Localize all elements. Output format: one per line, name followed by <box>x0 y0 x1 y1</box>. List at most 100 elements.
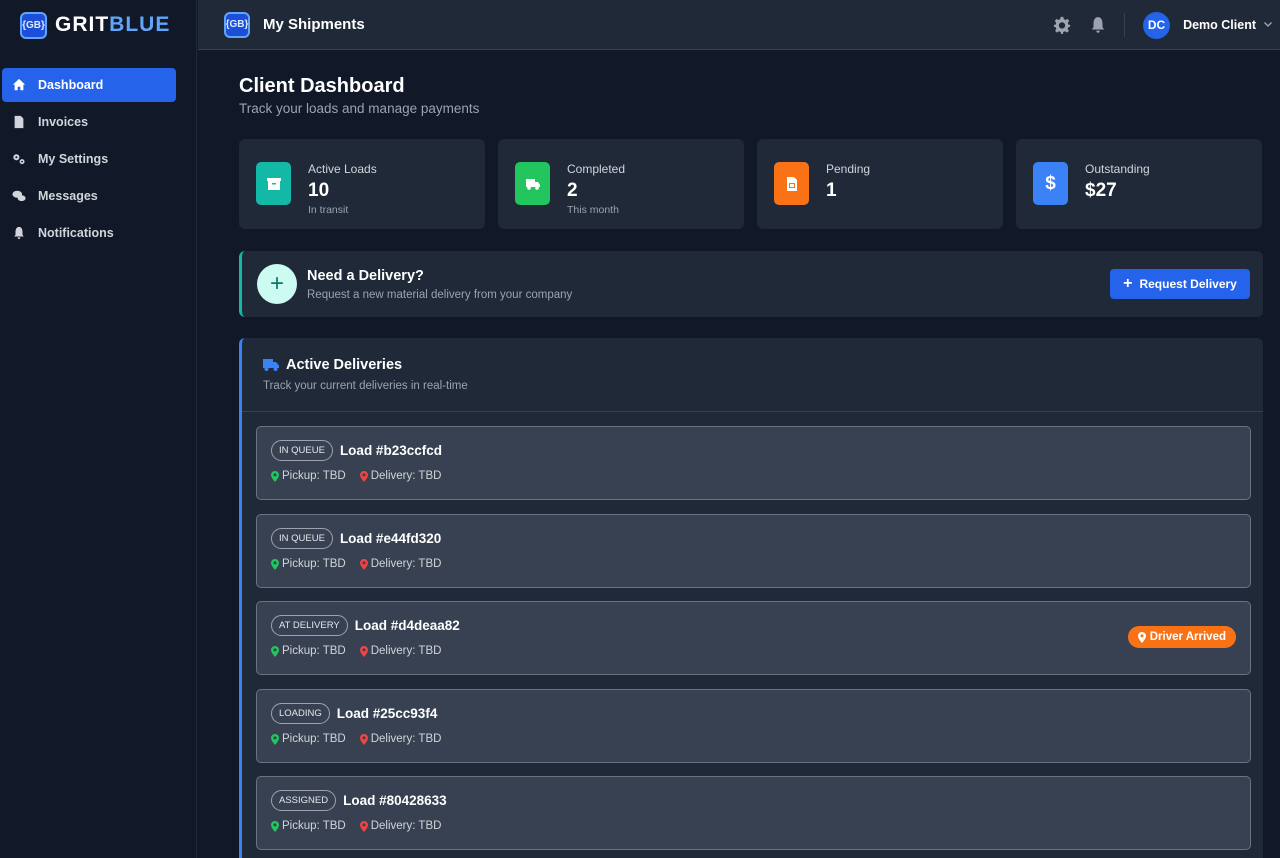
load-id: Load #25cc93f4 <box>336 706 438 721</box>
load-id: Load #b23ccfcd <box>339 443 442 458</box>
delivery-location: Delivery: TBD <box>359 733 441 745</box>
stat-card-completed: Completed 2 This month <box>498 139 744 229</box>
map-pin-icon <box>271 470 279 482</box>
load-id: Load #80428633 <box>343 793 447 808</box>
request-delivery-button[interactable]: + Request Delivery <box>1110 269 1250 299</box>
stat-card-pending: Pending 1 <box>757 139 1003 229</box>
truck-icon <box>515 162 550 205</box>
comments-icon <box>12 190 26 202</box>
map-pin-icon <box>359 645 368 657</box>
pickup-location: Pickup: TBD <box>271 645 346 657</box>
pickup-location: Pickup: TBD <box>271 558 346 570</box>
status-badge: ASSIGNED <box>271 790 337 811</box>
load-id: Load #e44fd320 <box>339 531 442 546</box>
map-pin-icon <box>271 820 279 832</box>
map-pin-icon <box>359 733 368 745</box>
bell-icon <box>1091 17 1105 33</box>
chevron-down-icon[interactable] <box>1262 19 1274 31</box>
sidebar-item-notifications[interactable]: Notifications <box>2 216 176 250</box>
sidebar-item-label: Notifications <box>38 226 114 240</box>
active-deliveries-panel: Active Deliveries Track your current del… <box>239 338 1263 858</box>
page-subtitle: Track your loads and manage payments <box>239 101 480 116</box>
map-pin-icon <box>271 733 279 745</box>
topbar-divider <box>1124 13 1126 37</box>
map-pin-icon <box>271 645 279 657</box>
stat-sub: This month <box>567 204 619 216</box>
top-bar: {GB} My Shipments DC Demo Client <box>198 0 1280 50</box>
stat-value: $27 <box>1085 180 1117 201</box>
sidebar-item-messages[interactable]: Messages <box>2 179 176 213</box>
load-card[interactable]: IN QUEUE Load #e44fd320 Pickup: TBD Deli… <box>256 514 1251 588</box>
panel-subtitle: Track your current deliveries in real-ti… <box>263 380 468 392</box>
pickup-location: Pickup: TBD <box>271 733 346 745</box>
brand-logo: {GB} <box>20 11 47 39</box>
brand-name: GRITBLUE <box>55 13 171 36</box>
stat-label: Active Loads <box>308 162 377 176</box>
sidebar-item-label: Dashboard <box>38 78 104 92</box>
request-delivery-card: + Need a Delivery? Request a new materia… <box>239 251 1263 317</box>
sidebar-item-settings[interactable]: My Settings <box>2 142 176 176</box>
pickup-location: Pickup: TBD <box>271 820 346 832</box>
user-menu[interactable]: Demo Client <box>1183 18 1256 32</box>
sidebar-nav: Dashboard Invoices My Settings Messages … <box>0 68 196 250</box>
cogs-icon <box>13 154 25 165</box>
file-icon <box>14 115 24 129</box>
map-pin-icon <box>271 558 279 570</box>
stat-sub: In transit <box>308 204 349 216</box>
map-pin-icon <box>1137 631 1146 643</box>
gear-icon <box>1053 16 1071 34</box>
plus-icon: + <box>257 264 297 304</box>
stat-card-active-loads: Active Loads 10 In transit <box>239 139 485 229</box>
stat-label: Outstanding <box>1085 162 1150 176</box>
delivery-location: Delivery: TBD <box>359 470 441 482</box>
dollar-icon: $ <box>1033 162 1068 205</box>
panel-title: Active Deliveries <box>263 357 1263 373</box>
load-card[interactable]: IN QUEUE Load #b23ccfcd Pickup: TBD Deli… <box>256 426 1251 500</box>
load-card[interactable]: AT DELIVERY Load #d4deaa82 Pickup: TBD D… <box>256 601 1251 675</box>
home-icon <box>12 78 26 91</box>
pickup-location: Pickup: TBD <box>271 470 346 482</box>
map-pin-icon <box>359 470 368 482</box>
cta-subtitle: Request a new material delivery from you… <box>307 288 573 301</box>
status-badge: LOADING <box>271 703 330 724</box>
plus-icon: + <box>1123 275 1133 292</box>
sidebar-item-label: Invoices <box>38 115 89 129</box>
topbar-title: My Shipments <box>263 16 365 33</box>
box-icon <box>256 162 291 205</box>
bell-icon <box>14 226 24 240</box>
sidebar-item-label: Messages <box>38 189 98 203</box>
driver-arrived-badge: Driver Arrived <box>1127 626 1236 648</box>
stat-value: 2 <box>567 180 578 201</box>
load-id: Load #d4deaa82 <box>354 618 460 633</box>
sidebar-item-invoices[interactable]: Invoices <box>2 105 176 139</box>
status-badge: AT DELIVERY <box>271 615 348 636</box>
map-pin-icon <box>359 820 368 832</box>
map-pin-icon <box>359 558 368 570</box>
settings-button[interactable] <box>1052 15 1072 35</box>
avatar[interactable]: DC <box>1143 11 1171 39</box>
sidebar-item-dashboard[interactable]: Dashboard <box>2 68 176 102</box>
stat-value: 1 <box>826 180 837 201</box>
invoice-icon <box>774 162 809 205</box>
stat-card-outstanding: $ Outstanding $27 <box>1016 139 1262 229</box>
truck-icon <box>263 359 279 371</box>
stats-row: Active Loads 10 In transit Completed 2 T… <box>239 139 1262 229</box>
brand[interactable]: {GB} GRITBLUE <box>0 0 196 50</box>
stat-label: Completed <box>567 162 626 176</box>
delivery-location: Delivery: TBD <box>359 645 441 657</box>
stat-label: Pending <box>826 162 871 176</box>
sidebar: {GB} GRITBLUE Dashboard Invoices My Sett… <box>0 0 197 858</box>
delivery-location: Delivery: TBD <box>359 820 441 832</box>
load-card[interactable]: LOADING Load #25cc93f4 Pickup: TBD Deliv… <box>256 689 1251 763</box>
notifications-button[interactable] <box>1088 15 1108 35</box>
request-delivery-label: Request Delivery <box>1139 277 1237 291</box>
load-card[interactable]: ASSIGNED Load #80428633 Pickup: TBD Deli… <box>256 776 1251 850</box>
status-badge: IN QUEUE <box>271 440 333 461</box>
topbar-logo: {GB} <box>224 11 250 38</box>
page-title: Client Dashboard <box>239 75 405 97</box>
main-content: Client Dashboard Track your loads and ma… <box>198 51 1280 858</box>
sidebar-item-label: My Settings <box>38 152 109 166</box>
status-badge: IN QUEUE <box>271 528 333 549</box>
delivery-location: Delivery: TBD <box>359 558 441 570</box>
stat-value: 10 <box>308 180 330 201</box>
